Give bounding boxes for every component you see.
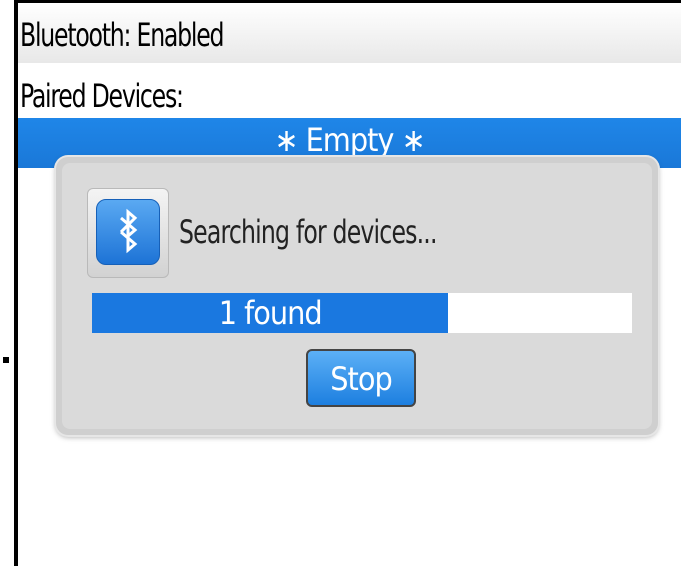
stray-dot bbox=[3, 357, 9, 363]
searching-message: Searching for devices... bbox=[179, 213, 437, 251]
paired-devices-label: Paired Devices: bbox=[20, 77, 184, 115]
paired-devices-empty-text: ∗ Empty ∗ bbox=[274, 121, 425, 159]
stop-button[interactable]: Stop bbox=[306, 349, 416, 407]
search-progress-label: 1 found bbox=[218, 294, 323, 332]
bluetooth-status-label: Bluetooth: Enabled bbox=[20, 16, 225, 54]
searching-dialog: Searching for devices... 1 found Stop bbox=[56, 157, 658, 435]
bluetooth-icon bbox=[96, 199, 160, 265]
app-screen: Bluetooth: Enabled Paired Devices: ∗ Emp… bbox=[0, 0, 681, 566]
dialog-body: Searching for devices... 1 found Stop bbox=[62, 163, 652, 429]
bluetooth-icon-frame bbox=[87, 188, 169, 278]
search-progress-bar: 1 found bbox=[92, 293, 632, 333]
bluetooth-options-screen: Bluetooth: Enabled Paired Devices: ∗ Emp… bbox=[18, 3, 681, 566]
